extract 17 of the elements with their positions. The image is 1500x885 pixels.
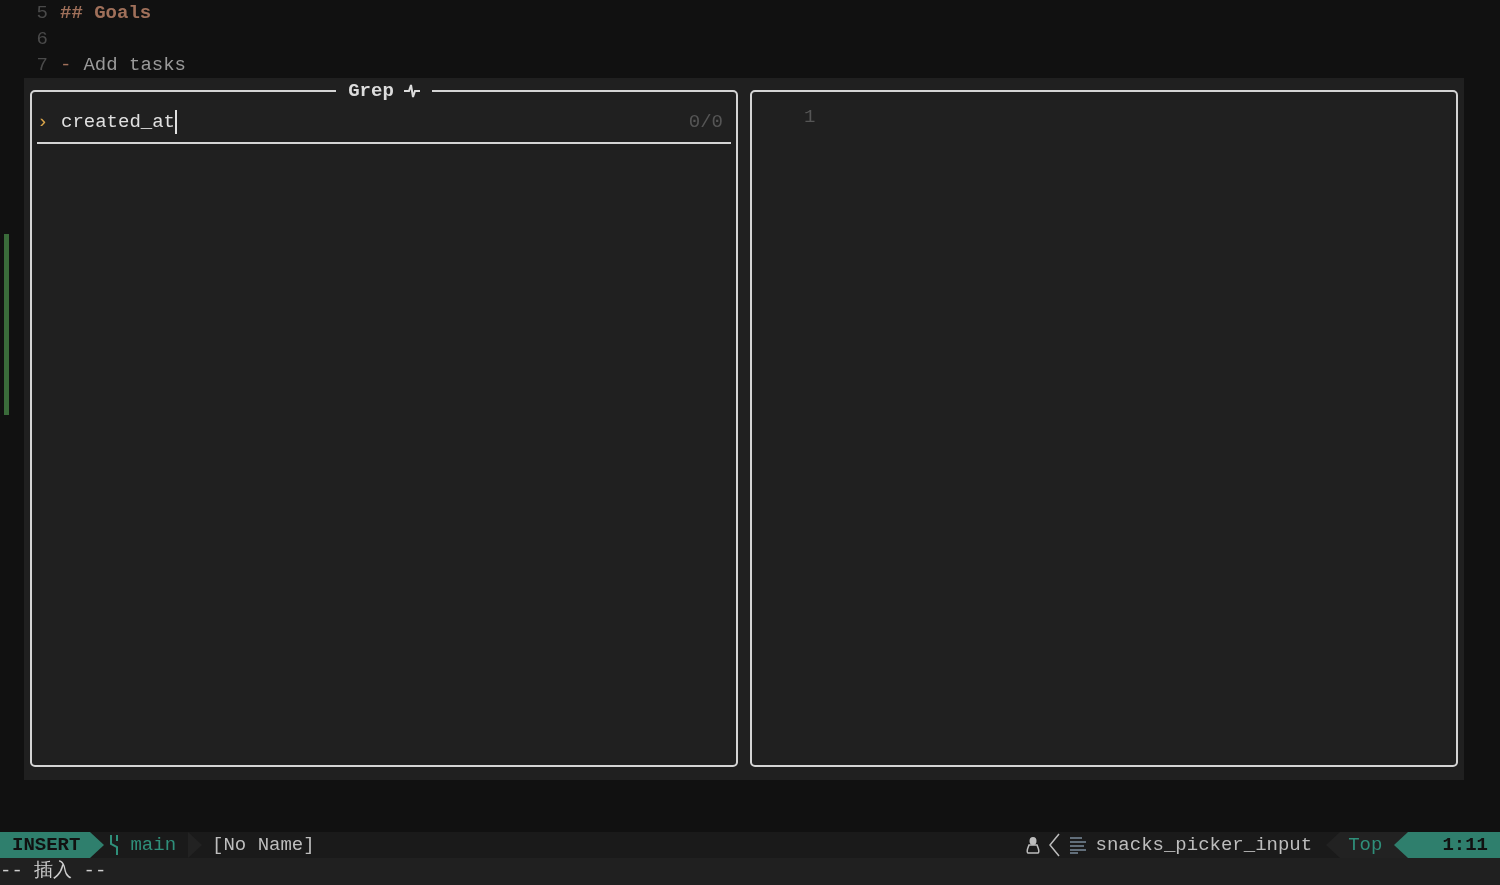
branch-name: main <box>130 832 177 858</box>
line-number: 5 <box>35 0 49 26</box>
command-line-message: -- 插入 -- <box>0 859 107 885</box>
pulse-icon <box>403 84 420 98</box>
lines-icon <box>1069 836 1086 854</box>
chevron-left-icon <box>1047 833 1060 857</box>
heading-text: ## Goals <box>60 0 152 26</box>
list-marker: - <box>60 52 72 78</box>
branch-icon <box>108 835 121 855</box>
text-cursor <box>175 110 178 134</box>
line-number: 7 <box>35 52 49 78</box>
list-text: Add tasks <box>83 52 187 78</box>
file-type: snacks_picker_input <box>1095 832 1313 858</box>
search-value: created_at <box>61 109 176 135</box>
prompt-chevron: › <box>37 109 50 135</box>
line-number: 6 <box>35 26 49 52</box>
file-name: [No Name] <box>212 832 315 858</box>
